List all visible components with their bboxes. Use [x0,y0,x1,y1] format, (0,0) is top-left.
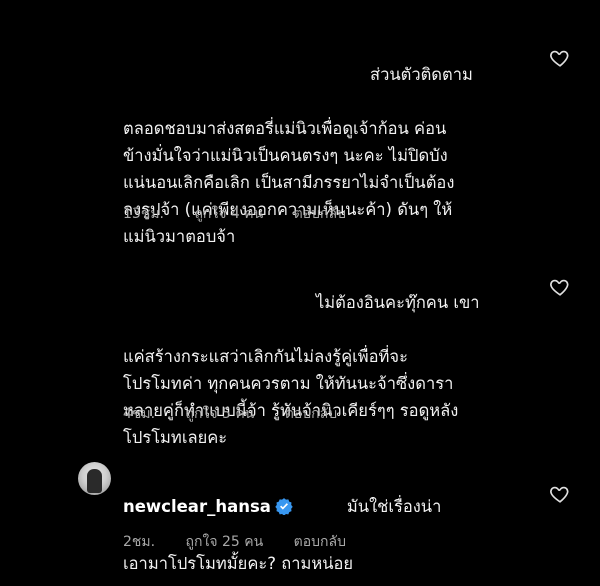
comment-likes[interactable]: ถูกใจ 5 คน [186,406,255,422]
like-heart-icon[interactable] [549,47,571,69]
comment-meta: 13ชม. ถูกใจ 4 คน ตอบกลับ [123,203,372,225]
comment-time: 4ชม. [123,406,156,422]
comment-likes[interactable]: ถูกใจ 4 คน [194,206,263,222]
comment-likes[interactable]: ถูกใจ 25 คน [186,534,264,550]
like-heart-icon[interactable] [549,483,571,505]
comment-meta: 4ชม. ถูกใจ 5 คน ตอบกลับ [123,403,363,425]
comment-body-text: ตลอดชอบมาส่งสตอรี่แม่นิวเพื่อดูเจ้าก้อน … [123,119,455,246]
username-link[interactable]: newclear_hansa [123,497,271,516]
verified-badge-icon [275,496,293,523]
comment-time: 2ชม. [123,534,156,550]
comment-meta: 2ชม. ถูกใจ 25 คน ตอบกลับ [123,531,372,553]
like-heart-icon[interactable] [549,276,571,298]
reply-button[interactable]: ตอบกลับ [285,406,337,422]
comment-body-text: แค่สร้างกระแสว่าเลิกกันไม่ลงรู้คู่เพื่อท… [123,347,459,447]
reply-button[interactable]: ตอบกลับ [294,206,346,222]
comment-time: 13ชม. [123,206,164,222]
comment-lead: ส่วนตัวติดตาม [370,65,473,84]
comment-lead: ไม่ต้องอินคะทุ๊กคน เขา [316,293,480,312]
comment-text: newclear_hansa มันใช่เรื่องน่า เอามาโปรโม… [123,466,533,577]
reply-button[interactable]: ตอบกลับ [294,534,346,550]
avatar[interactable] [78,462,111,495]
avatar-figure [87,469,102,493]
comment-lead: มันใช่เรื่องน่า [346,497,442,516]
comment-body-text: เอามาโปรโมทมั้ยคะ? ถามหน่อย [123,554,354,573]
